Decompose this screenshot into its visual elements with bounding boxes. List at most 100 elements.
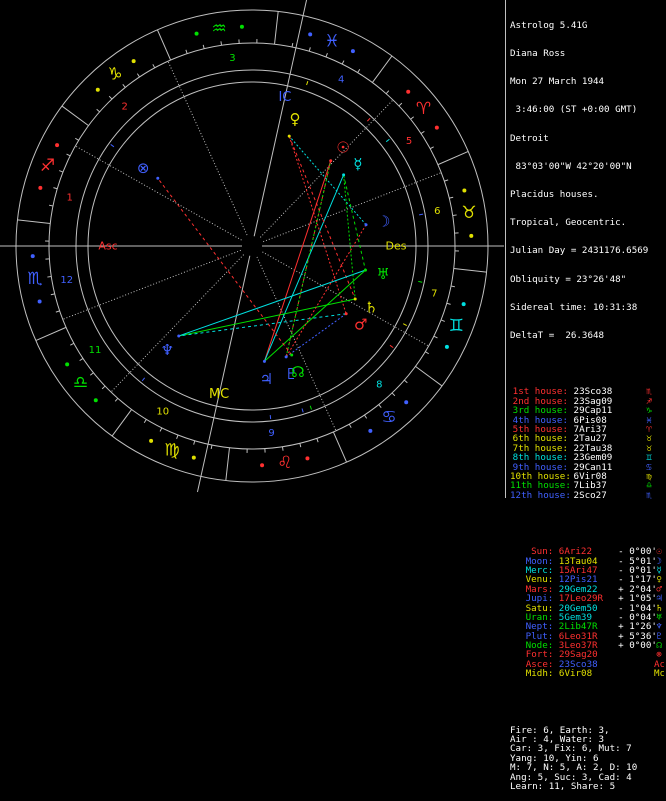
sign-boundary — [275, 11, 279, 44]
degree-tick — [211, 445, 212, 449]
planet-row: Jupi: 17Leo29R+ 1°05'♃ — [510, 594, 664, 603]
house-cusp: 7Ari37 — [568, 425, 644, 434]
sign-icon: ♉ — [461, 203, 476, 223]
sign-dot — [240, 25, 244, 29]
info-panel: Astrolog 5.41G Diana Ross Mon 27 March 1… — [510, 2, 664, 801]
house-label: 3rd house: — [510, 406, 568, 415]
planet-label: Venu: — [510, 575, 553, 584]
degree-tick — [115, 398, 118, 401]
sign-dot — [308, 32, 312, 36]
sign-dot — [38, 186, 42, 190]
planet-position: 6Leo31R — [553, 632, 618, 641]
planet-tick — [419, 214, 423, 215]
des-label: Des — [386, 240, 407, 253]
sign-dot — [260, 463, 264, 467]
planet-label: Midh: — [510, 669, 553, 678]
planet-row: Plut: 6Leo31R+ 5°36'♇ — [510, 632, 664, 641]
house-cusp-list: 1st house: 23Sco38♏2nd house: 23Sag09♐3r… — [510, 387, 664, 500]
house-row: 6th house: 2Tau27♉ — [510, 434, 664, 443]
axis-extension — [197, 444, 208, 492]
planet-dot — [342, 173, 345, 176]
planet-position: 6Ari22 — [553, 547, 618, 556]
planet-icon: ♇ — [654, 632, 664, 641]
planet-row: Venu: 12Pis21- 1°17'♀ — [510, 575, 664, 584]
planet-tick — [367, 118, 370, 121]
planet-row: Satu: 20Gem50- 1°04'♄ — [510, 604, 664, 613]
planet-icon: ☊ — [291, 363, 304, 381]
planet-tick — [142, 378, 145, 381]
sign-icon: ♐ — [40, 156, 55, 176]
planet-position: 15Ari47 — [553, 566, 618, 575]
planet-tick — [302, 408, 303, 412]
summary-line: Yang: 10, Yin: 6 — [510, 754, 664, 763]
planet-icon: ☽ — [377, 212, 390, 230]
degree-tick — [177, 435, 178, 439]
planet-icon: ♄ — [654, 604, 664, 613]
aspect-line — [179, 314, 346, 336]
sign-dot — [149, 439, 153, 443]
sign-dot — [469, 234, 473, 238]
degree-tick — [49, 205, 53, 206]
delta-t: DeltaT = 26.3648 — [510, 331, 664, 340]
degree-tick — [56, 311, 60, 312]
sign-dot — [435, 126, 439, 130]
planet-icon: ☊ — [654, 641, 664, 650]
sign-boundary — [36, 327, 66, 340]
degree-tick — [434, 336, 438, 338]
sign-dot — [368, 429, 372, 433]
planet-position: 3Leo37R — [553, 641, 618, 650]
degree-tick — [70, 343, 74, 345]
house-cusp: 6Vir08 — [568, 472, 644, 481]
degree-tick — [386, 91, 389, 94]
planet-position: 17Leo29R — [553, 594, 618, 603]
sign-boundary — [333, 432, 346, 462]
house-cusp-line — [257, 257, 336, 431]
planet-declination: + 2°04' — [618, 585, 654, 594]
planet-declination — [618, 660, 654, 669]
planet-position: 13Tau04 — [553, 557, 618, 566]
sign-boundary — [226, 448, 230, 481]
degree-tick — [97, 109, 100, 112]
degree-tick — [90, 373, 93, 375]
sign-dot — [96, 88, 100, 92]
planet-position: 5Gem39 — [553, 613, 618, 622]
house-row: 4th house: 6Pis08♓ — [510, 416, 664, 425]
degree-tick — [411, 117, 414, 119]
planet-row: Midh: 6Vir08Mc — [510, 669, 664, 678]
degree-tick — [451, 286, 455, 287]
planet-row: Mars: 29Gem22+ 2°04'♂ — [510, 585, 664, 594]
degree-tick — [59, 171, 63, 172]
degree-tick — [53, 188, 57, 189]
planet-row: Nept: 2Lib47R+ 1°26'♆ — [510, 622, 664, 631]
planet-icon: Mc — [654, 669, 664, 678]
house-row: 9th house: 29Can11♋ — [510, 463, 664, 472]
planet-label: Nept: — [510, 622, 553, 631]
sign-dot — [65, 362, 69, 366]
house-row: 1st house: 23Sco38♏ — [510, 387, 664, 396]
sign-dot — [38, 299, 42, 303]
planet-position-list: Sun: 6Ari22- 0°00'☉Moon: 13Tau04- 5°01'☽… — [510, 547, 664, 678]
planet-position: 2Lib47R — [553, 622, 618, 631]
sign-dot — [406, 90, 410, 94]
degree-tick — [282, 447, 283, 451]
planet-label: Node: — [510, 641, 553, 650]
degree-tick — [309, 47, 310, 51]
degree-tick — [221, 41, 222, 45]
house-row: 5th house: 7Ari37♈ — [510, 425, 664, 434]
degree-tick — [449, 197, 453, 198]
degree-tick — [75, 138, 78, 140]
chart-place: Detroit — [510, 134, 664, 143]
sign-icon: ♐ — [644, 397, 654, 406]
degree-tick — [349, 424, 351, 428]
house-label: 1st house: — [510, 387, 568, 396]
house-cusp-line — [208, 256, 250, 444]
degree-tick — [447, 303, 451, 304]
planet-label: Plut: — [510, 632, 553, 641]
planet-icon: ⊗ — [654, 650, 664, 659]
sign-icon: ♌ — [277, 453, 292, 473]
degree-tick — [358, 69, 360, 72]
house-number: 10 — [156, 407, 169, 418]
sign-boundary — [372, 56, 392, 83]
house-number: 3 — [229, 53, 235, 64]
planet-label: Moon: — [510, 557, 553, 566]
